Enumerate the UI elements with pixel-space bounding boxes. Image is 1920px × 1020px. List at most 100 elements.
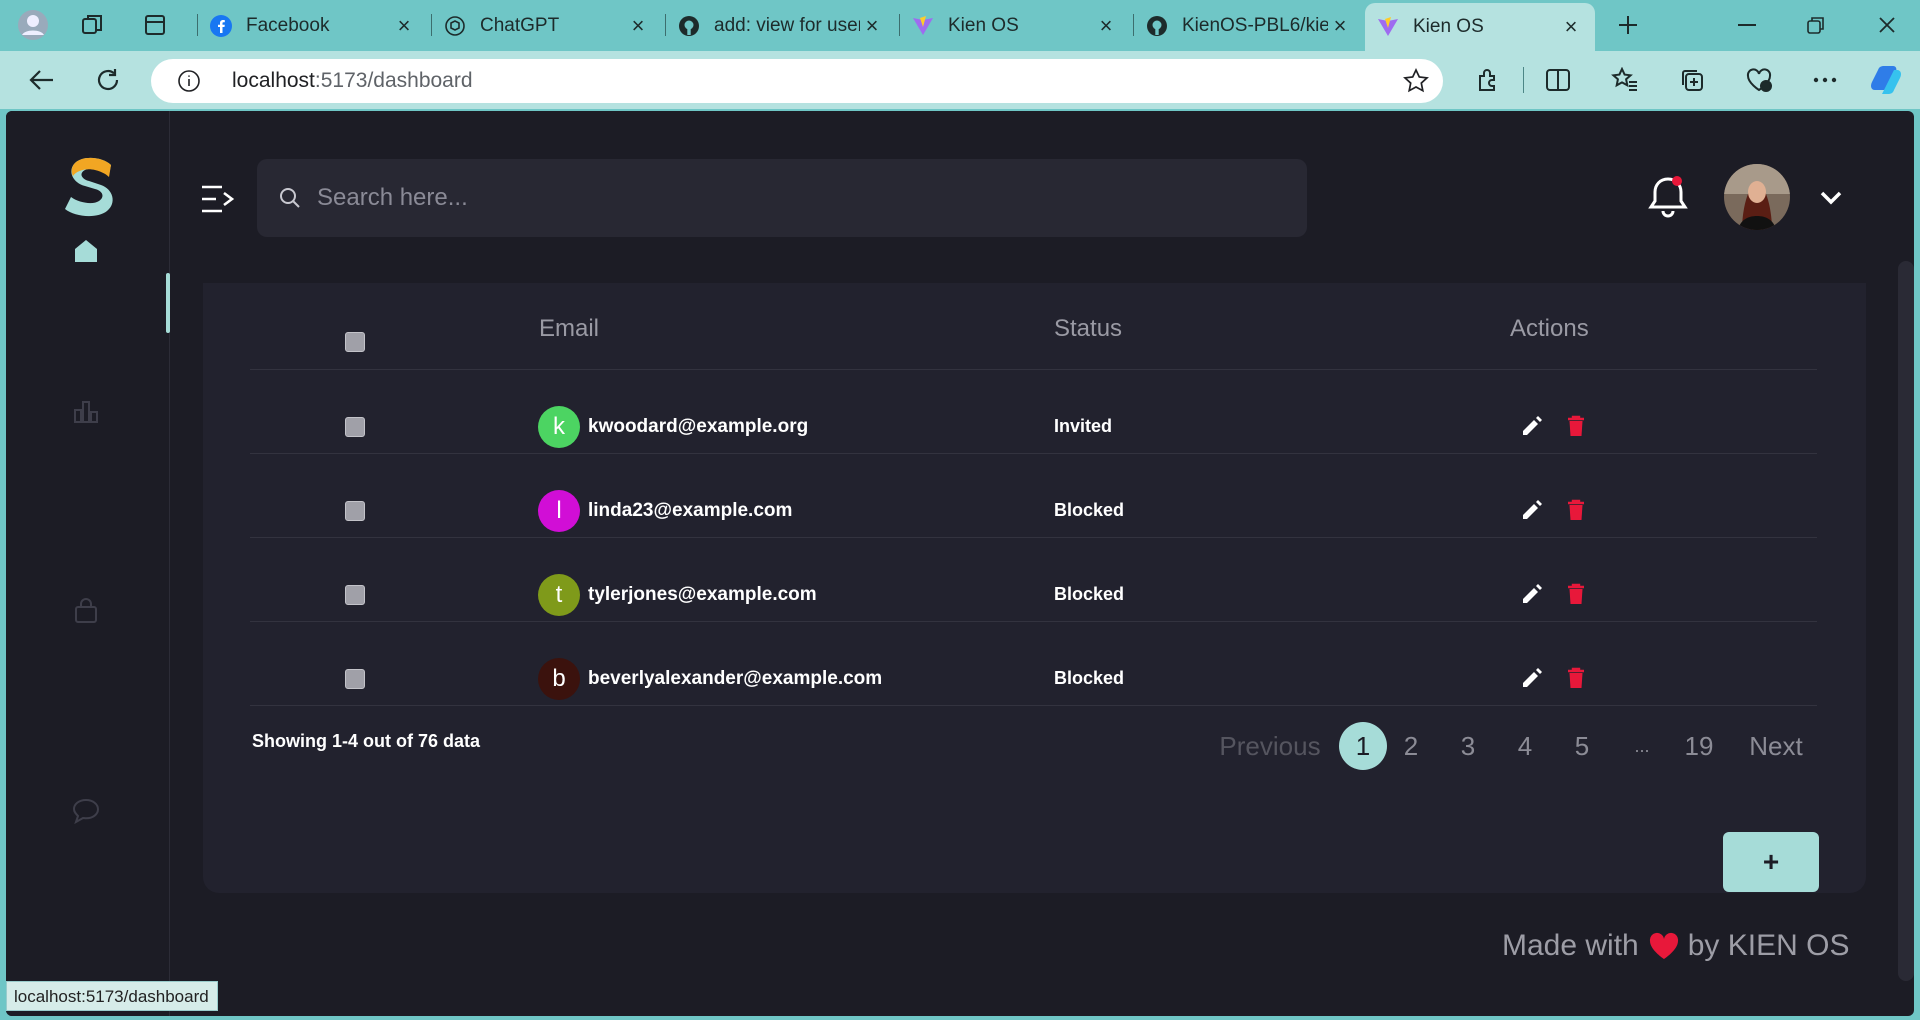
- collections-icon[interactable]: [1672, 61, 1712, 99]
- row-checkbox[interactable]: [345, 669, 365, 689]
- row-divider: [250, 369, 1817, 370]
- tab-kien-os-active[interactable]: Kien OS ×: [1365, 3, 1595, 51]
- tab-github-repo[interactable]: KienOS-PBL6/kien ×: [1134, 5, 1364, 47]
- kien-os-logo[interactable]: [61, 155, 117, 221]
- extensions-icon[interactable]: [1468, 61, 1508, 99]
- menu-toggle-icon[interactable]: [200, 183, 236, 215]
- url-host: localhost: [232, 69, 315, 92]
- github-icon: [1146, 15, 1168, 37]
- previous-page-button[interactable]: Previous: [1219, 723, 1320, 769]
- sidebar-item-messages[interactable]: [66, 791, 106, 831]
- tab-facebook[interactable]: Facebook ×: [198, 5, 428, 47]
- profile-icon[interactable]: [14, 7, 52, 43]
- close-tab-icon[interactable]: ×: [1559, 14, 1583, 40]
- active-nav-indicator: [166, 273, 170, 333]
- search-input[interactable]: [317, 184, 1217, 212]
- heart-icon: [1649, 932, 1678, 959]
- page-button-4[interactable]: 4: [1509, 723, 1541, 769]
- footer-by: by KIEN OS: [1687, 929, 1850, 962]
- row-divider: [250, 537, 1817, 538]
- select-all-checkbox[interactable]: [345, 332, 365, 352]
- split-screen-icon[interactable]: [1538, 61, 1578, 99]
- delete-icon[interactable]: [1563, 581, 1589, 607]
- close-tab-icon[interactable]: ×: [860, 13, 884, 39]
- edit-icon[interactable]: [1519, 665, 1545, 691]
- page-button-19[interactable]: 19: [1678, 723, 1720, 769]
- row-divider: [250, 453, 1817, 454]
- vite-icon: [912, 15, 934, 37]
- user-avatar[interactable]: [1724, 164, 1790, 230]
- restore-icon[interactable]: [1789, 8, 1843, 42]
- browser-essentials-icon[interactable]: [1739, 61, 1779, 99]
- more-options-icon[interactable]: [1805, 61, 1845, 99]
- row-checkbox[interactable]: [345, 585, 365, 605]
- browser-address-bar: localhost:5173/dashboard: [0, 51, 1920, 109]
- user-initial-avatar: k: [538, 406, 580, 448]
- page-button-2[interactable]: 2: [1395, 723, 1427, 769]
- copilot-icon[interactable]: [1866, 61, 1906, 99]
- chevron-down-icon[interactable]: [1816, 185, 1846, 209]
- tab-actions-icon[interactable]: [136, 7, 174, 43]
- sidebar-item-home[interactable]: [66, 231, 106, 271]
- shopping-bag-icon: [75, 598, 97, 623]
- link-status-bar: localhost:5173/dashboard: [6, 981, 218, 1011]
- notification-bell-icon[interactable]: [1644, 171, 1692, 221]
- tab-title: Kien OS: [1413, 16, 1484, 37]
- tab-title: Kien OS: [948, 15, 1019, 36]
- close-tab-icon[interactable]: ×: [1094, 13, 1118, 39]
- favorite-star-icon[interactable]: [1403, 68, 1429, 99]
- page-ellipsis: ...: [1634, 735, 1650, 756]
- user-status: Blocked: [1054, 584, 1125, 604]
- workspaces-icon[interactable]: [74, 7, 112, 43]
- tab-github-pr[interactable]: add: view for user ×: [666, 5, 896, 47]
- close-tab-icon[interactable]: ×: [1328, 13, 1352, 39]
- user-email: kwoodard@example.org: [588, 416, 809, 437]
- user-email: tylerjones@example.com: [588, 584, 817, 605]
- close-tab-icon[interactable]: ×: [392, 13, 416, 39]
- footer-made-with: Made with: [1502, 929, 1639, 962]
- address-field[interactable]: localhost:5173/dashboard: [151, 59, 1443, 103]
- edit-icon[interactable]: [1519, 497, 1545, 523]
- site-info-icon[interactable]: [176, 68, 202, 94]
- page-scrollbar[interactable]: [1898, 261, 1914, 981]
- delete-icon[interactable]: [1563, 413, 1589, 439]
- github-icon: [678, 15, 700, 37]
- page-button-1[interactable]: 1: [1339, 722, 1387, 770]
- user-email: beverlyalexander@example.com: [588, 668, 883, 689]
- row-divider: [250, 621, 1817, 622]
- row-checkbox[interactable]: [345, 417, 365, 437]
- actions-column-header: Actions: [1510, 315, 1589, 342]
- refresh-icon[interactable]: [88, 61, 128, 99]
- window-close-icon[interactable]: [1860, 8, 1914, 42]
- favorites-icon[interactable]: [1605, 61, 1645, 99]
- tab-title: add: view for user: [714, 15, 860, 36]
- chart-icon: [74, 401, 98, 423]
- new-tab-icon[interactable]: [1609, 7, 1647, 43]
- footer-credit: Made with by KIEN OS: [1502, 929, 1849, 963]
- page-button-5[interactable]: 5: [1566, 723, 1598, 769]
- page-button-3[interactable]: 3: [1452, 723, 1484, 769]
- next-page-button[interactable]: Next: [1746, 723, 1806, 769]
- add-user-button[interactable]: +: [1723, 832, 1819, 892]
- tab-kien-os[interactable]: Kien OS ×: [900, 5, 1130, 47]
- tab-chatgpt[interactable]: ChatGPT ×: [432, 5, 662, 47]
- edit-icon[interactable]: [1519, 413, 1545, 439]
- search-bar[interactable]: [257, 159, 1307, 237]
- delete-icon[interactable]: [1563, 497, 1589, 523]
- sidebar: [6, 111, 170, 1016]
- user-status: Blocked: [1054, 668, 1125, 688]
- sidebar-item-stats[interactable]: [66, 391, 106, 431]
- minimize-icon[interactable]: [1720, 8, 1774, 42]
- user-status: Blocked: [1054, 500, 1125, 520]
- back-icon[interactable]: [22, 61, 62, 99]
- url-path: :5173/dashboard: [314, 69, 473, 92]
- row-checkbox[interactable]: [345, 501, 365, 521]
- sidebar-item-shop[interactable]: [66, 591, 106, 631]
- tab-title: KienOS-PBL6/kien: [1182, 15, 1328, 36]
- edit-icon[interactable]: [1519, 581, 1545, 607]
- home-icon: [75, 240, 97, 262]
- close-tab-icon[interactable]: ×: [626, 13, 650, 39]
- delete-icon[interactable]: [1563, 665, 1589, 691]
- user-initial-avatar: t: [538, 574, 580, 616]
- chatgpt-icon: [444, 15, 466, 37]
